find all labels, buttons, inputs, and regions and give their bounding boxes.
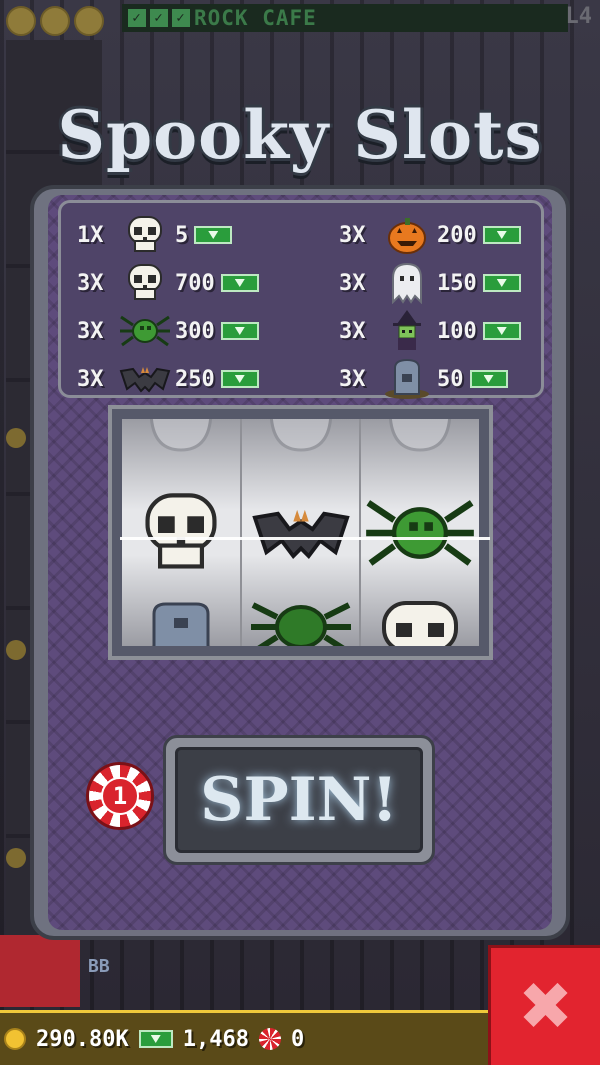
payout-row: 3X 150 [339, 259, 521, 307]
payout-row: 3X 300 [77, 307, 259, 355]
chip-icon [258, 1028, 281, 1050]
chip-balance: 0 [290, 1026, 305, 1052]
side-coin-icon [6, 640, 26, 660]
bux-icon [194, 226, 233, 244]
star-icon [40, 6, 70, 36]
ghost-icon [381, 261, 433, 305]
payout-row: 3X 200 [339, 211, 521, 259]
side-label: BB [88, 956, 110, 977]
spin-button-label: SPIN! [175, 747, 423, 853]
coin-balance: 290.80K [36, 1026, 129, 1052]
check-icon: ✓ [150, 9, 168, 27]
spin-button[interactable]: SPIN! [163, 735, 435, 865]
payout-row: 3X 100 [339, 307, 521, 355]
skull-icon [122, 485, 240, 581]
payout-column-right: 3X 200 3X 150 3X 100 3X 50 [339, 211, 521, 403]
payout-multiplier: 3X [339, 222, 366, 248]
bux-icon [138, 1030, 173, 1048]
payout-row: 3X 250 [77, 355, 259, 403]
payout-amount: 700 [175, 270, 215, 296]
bat-icon [242, 485, 360, 581]
payout-multiplier: 3X [77, 366, 104, 392]
bat-icon [119, 357, 171, 401]
pumpkin-icon [381, 213, 433, 257]
coin-icon [4, 1028, 26, 1050]
payout-multiplier: 3X [77, 270, 104, 296]
ghost-icon [361, 419, 479, 465]
star-icon [74, 6, 104, 36]
payout-multiplier: 3X [339, 366, 366, 392]
payout-amount: 250 [175, 366, 215, 392]
spider-icon [242, 597, 360, 646]
payout-multiplier: 3X [339, 270, 366, 296]
floor-level: L4 [565, 4, 593, 29]
side-coin-icon [6, 848, 26, 868]
bux-icon [220, 274, 259, 292]
floor-stars [6, 6, 104, 36]
payout-row: 3X 50 [339, 355, 521, 403]
payout-amount: 300 [175, 318, 215, 344]
reel-window [122, 419, 479, 646]
witch-icon [381, 309, 433, 353]
bux-icon [482, 322, 521, 340]
bet-chip[interactable]: 1 [86, 762, 154, 830]
payout-amount: 200 [437, 222, 477, 248]
bux-icon [220, 370, 259, 388]
page-title: Spooky Slots [57, 96, 543, 174]
bux-icon [482, 226, 521, 244]
payout-amount: 150 [437, 270, 477, 296]
reel-3 [361, 419, 479, 646]
payout-row: 1X 5 [77, 211, 259, 259]
payout-row: 3X 700 [77, 259, 259, 307]
tombstone-icon [381, 357, 433, 401]
check-icon: ✓ [172, 9, 190, 27]
skull-icon [361, 597, 479, 646]
bux-icon [482, 274, 521, 292]
reel-2 [241, 419, 362, 646]
bux-balance: 1,468 [182, 1026, 249, 1052]
floor-title-bar: ✓ ✓ ✓ ROCK CAFE [122, 4, 568, 32]
bux-icon [469, 370, 508, 388]
star-icon [6, 6, 36, 36]
payout-multiplier: 3X [339, 318, 366, 344]
skull-icon [119, 261, 171, 305]
ghost-icon [242, 419, 360, 465]
bux-icon [220, 322, 259, 340]
check-icon: ✓ [128, 9, 146, 27]
payout-amount: 50 [437, 366, 464, 392]
spider-icon [119, 309, 171, 353]
payline [120, 537, 490, 540]
slot-reels [108, 405, 493, 660]
ghost-icon [122, 419, 240, 465]
bet-chip-count: 1 [101, 777, 139, 815]
spider-icon [361, 485, 479, 581]
tombstone-icon [122, 597, 240, 646]
side-coin-icon [6, 428, 26, 448]
elevator-button [0, 935, 80, 1007]
close-icon: ✖ [517, 967, 574, 1045]
payout-multiplier: 3X [77, 318, 104, 344]
payout-column-left: 1X 5 3X 700 3X 300 3X 250 [77, 211, 259, 403]
payout-multiplier: 1X [77, 222, 104, 248]
payout-amount: 100 [437, 318, 477, 344]
close-button[interactable]: ✖ [488, 945, 600, 1065]
floor-name: ROCK CAFE [194, 6, 317, 30]
payout-amount: 5 [175, 222, 189, 248]
payout-table: 1X 5 3X 700 3X 300 3X 250 3X 200 3X 150 … [58, 200, 544, 399]
skull-icon [119, 213, 171, 257]
reel-1 [122, 419, 242, 646]
